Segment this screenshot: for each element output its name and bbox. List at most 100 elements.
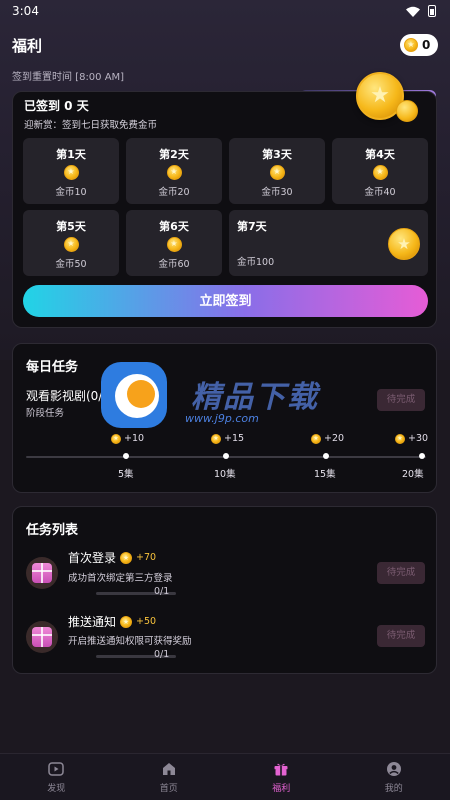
- coin-icon: [63, 237, 79, 252]
- milestone-reward-value: +30: [408, 433, 429, 444]
- milestone-reward: +15: [211, 433, 244, 444]
- nav-item-welfare[interactable]: 福利: [225, 754, 338, 800]
- signin-subtitle: 迎新赏：签到七日获取免费金币: [24, 120, 158, 131]
- gift-icon: [32, 563, 52, 583]
- nav-item-discover[interactable]: 发现: [0, 754, 113, 800]
- watermark-text: 精品下载: [191, 380, 319, 415]
- watermark-logo-icon: [101, 362, 167, 428]
- coin-icon: [211, 433, 221, 444]
- task-description: 成功首次绑定第三方登录: [68, 573, 173, 584]
- daily-task-name: 观看影视剧(0/2: [26, 389, 110, 403]
- coin-icon: [63, 165, 79, 180]
- nav-label: 福利: [272, 783, 291, 794]
- reset-time: 签到重置时间 [8:00 AM]: [12, 72, 125, 83]
- signin-card: 已签到 0 天 迎新赏：签到七日获取免费金币 第1天 金币10 第2天 金币20…: [12, 91, 437, 328]
- coin-balance-pill[interactable]: 0: [400, 34, 438, 56]
- day-1-card[interactable]: 第1天 金币10: [23, 138, 119, 204]
- status-bar: 3:04: [0, 0, 450, 22]
- coin-icon: [111, 433, 121, 444]
- coin-icon: [166, 165, 182, 180]
- daily-task-subtitle: 阶段任务: [26, 408, 65, 419]
- milestone-node: [223, 453, 229, 459]
- milestone-label: 20集: [402, 469, 424, 480]
- task-title-text: 首次登录: [68, 551, 117, 565]
- milestone-label: 10集: [214, 469, 236, 480]
- coin-balance: 0: [422, 38, 431, 52]
- coin-icon: [311, 433, 321, 444]
- day-6-card[interactable]: 第6天 金币60: [126, 210, 222, 276]
- page-title: 福利: [12, 36, 43, 55]
- coin-icon: [269, 165, 285, 180]
- watermark-url: www.j9p.com: [185, 412, 259, 425]
- daily-task-card: 每日任务 观看影视剧(0/2 阶段任务 待完成 精品下载 www.j9p.com…: [12, 343, 437, 493]
- day-label: 第7天: [237, 220, 267, 233]
- milestone-reward-value: +15: [224, 433, 245, 444]
- day-7-card[interactable]: 第7天 金币100: [229, 210, 428, 276]
- day-label: 第6天: [159, 220, 189, 233]
- gift-icon: [274, 763, 288, 775]
- task-list-card: 任务列表 首次登录 +70 成功首次绑定第三方登录 0/1 待完成 推送通知 +…: [12, 506, 437, 674]
- day-label: 第3天: [262, 148, 292, 161]
- signin-button[interactable]: 立即签到: [23, 285, 428, 317]
- nav-label: 我的: [384, 783, 403, 794]
- day-3-card[interactable]: 第3天 金币30: [229, 138, 325, 204]
- task-pending-button[interactable]: 待完成: [377, 562, 425, 584]
- daily-pending-button[interactable]: 待完成: [377, 389, 425, 411]
- gift-icon: [32, 627, 52, 647]
- milestone-node: [323, 453, 329, 459]
- large-coin-icon: [388, 228, 420, 260]
- day-reward: 金币50: [55, 259, 87, 270]
- coin-icon: [120, 615, 133, 628]
- milestone-reward: +20: [311, 433, 344, 444]
- page-header: 福利 0: [12, 34, 438, 56]
- day-5-card[interactable]: 第5天 金币50: [23, 210, 119, 276]
- milestone-node: [123, 453, 129, 459]
- day-4-card[interactable]: 第4天 金币40: [332, 138, 428, 204]
- day-label: 第4天: [365, 148, 395, 161]
- task-description: 开启推送通知权限可获得奖励: [68, 636, 192, 647]
- task-title-text: 推送通知: [68, 615, 117, 629]
- nav-item-home[interactable]: 首页: [113, 754, 226, 800]
- status-time: 3:04: [12, 4, 39, 18]
- signin-title: 已签到 0 天: [24, 99, 89, 113]
- task-gift-icon: [26, 557, 58, 589]
- day-reward: 金币60: [158, 259, 190, 270]
- coin-icon: [120, 551, 133, 564]
- home-icon: [162, 762, 175, 775]
- milestone-reward-value: +20: [324, 433, 345, 444]
- milestone-reward: +30: [395, 433, 428, 444]
- nav-label: 首页: [159, 783, 178, 794]
- nav-label: 发现: [47, 783, 66, 794]
- coin-icon: [372, 165, 388, 180]
- coin-icon: [395, 433, 405, 444]
- nav-item-profile[interactable]: 我的: [338, 754, 450, 800]
- coin-icon: [404, 38, 418, 52]
- day-reward: 金币20: [158, 187, 190, 198]
- day-label: 第5天: [56, 220, 86, 233]
- day-reward: 金币40: [364, 187, 396, 198]
- bottom-nav: 发现 首页 福利 我的: [0, 753, 450, 800]
- day-reward: 金币10: [55, 187, 87, 198]
- wifi-icon: [406, 6, 420, 17]
- task-points: +70: [136, 552, 157, 563]
- small-coin-icon: [396, 100, 418, 122]
- task-count: 0/1: [154, 649, 170, 660]
- profile-icon: [386, 761, 401, 776]
- milestone-reward: +10: [111, 433, 144, 444]
- milestone-node: [419, 453, 425, 459]
- task-pending-button[interactable]: 待完成: [377, 625, 425, 647]
- task-title: 首次登录 +70: [68, 549, 156, 566]
- task-gift-icon: [26, 621, 58, 653]
- milestone-label: 15集: [314, 469, 336, 480]
- day-reward: 金币100: [237, 257, 275, 268]
- coin-icon: [166, 237, 182, 252]
- task-count: 0/1: [154, 586, 170, 597]
- milestone-reward-value: +10: [124, 433, 145, 444]
- day-label: 第1天: [56, 148, 86, 161]
- tasklist-section-title: 任务列表: [26, 523, 79, 538]
- task-title: 推送通知 +50: [68, 613, 156, 630]
- play-icon: [48, 761, 64, 776]
- day-reward: 金币30: [261, 187, 293, 198]
- battery-icon: [428, 5, 436, 17]
- day-2-card[interactable]: 第2天 金币20: [126, 138, 222, 204]
